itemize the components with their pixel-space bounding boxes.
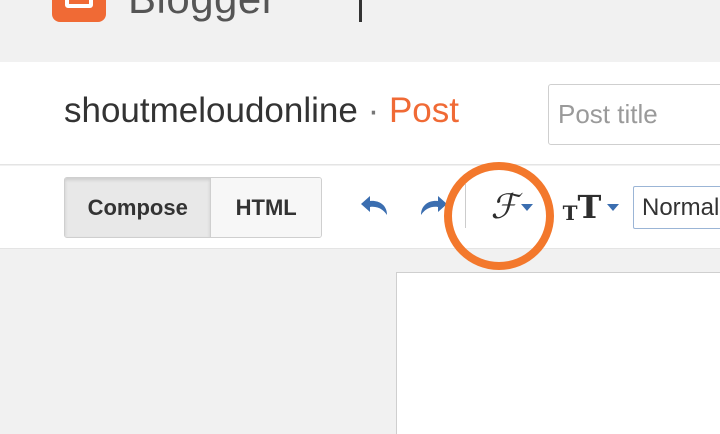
editor-mode-toggle: Compose HTML	[64, 177, 322, 238]
page-title: shoutmeloudonline · Post	[64, 93, 459, 128]
editor-toolbar: Compose HTML ℱ TT Normal	[0, 166, 720, 249]
paragraph-format-select[interactable]: Normal	[633, 186, 720, 229]
compose-button[interactable]: Compose	[65, 178, 212, 237]
post-body-editor[interactable]	[396, 272, 720, 434]
font-size-icon: TT	[562, 188, 602, 226]
font-size-button[interactable]: TT	[558, 184, 624, 230]
post-title-input[interactable]	[548, 84, 720, 145]
top-bar-divider	[359, 0, 362, 22]
app-name: Blogger	[128, 0, 276, 20]
html-button[interactable]: HTML	[211, 178, 321, 237]
undo-icon[interactable]	[356, 188, 396, 224]
chevron-down-icon	[607, 203, 620, 211]
title-separator: ·	[367, 91, 380, 130]
blog-name[interactable]: shoutmeloudonline	[64, 91, 358, 130]
section-label: Post	[388, 91, 459, 130]
post-header: shoutmeloudonline · Post	[0, 62, 720, 165]
top-bar: Blogger	[0, 0, 720, 62]
highlight-circle-annotation	[444, 162, 554, 270]
blogger-logo-icon[interactable]	[52, 0, 106, 22]
